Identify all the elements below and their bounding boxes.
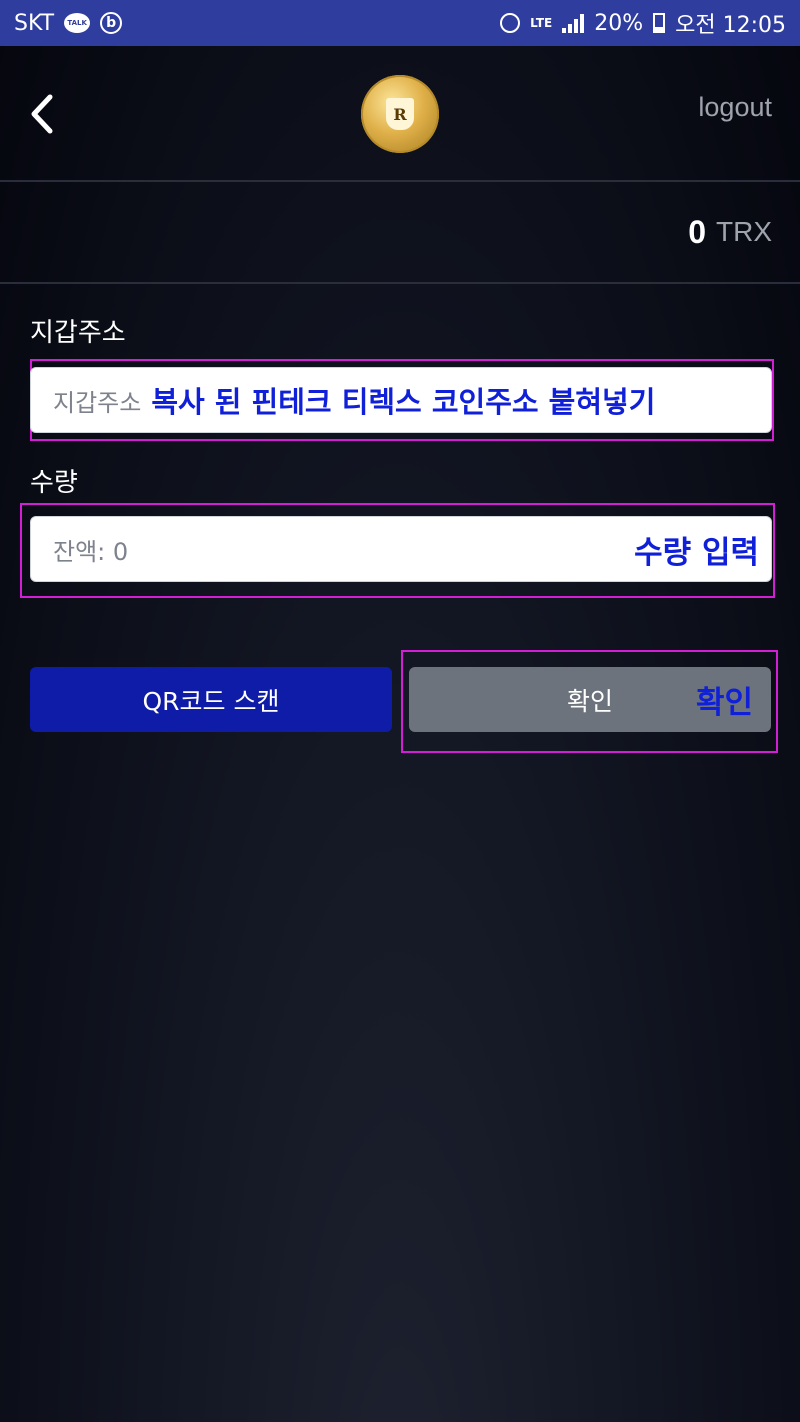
wallet-annotation-text: 복사 된 핀테크 티렉스 코인주소 붙혀넣기 <box>151 385 656 419</box>
balance-unit: TRX <box>716 216 772 247</box>
quantity-input[interactable]: 잔액: 0 수량 입력 <box>30 516 772 582</box>
wallet-address-placeholder: 지갑주소 <box>53 388 142 417</box>
battery-icon <box>653 13 666 33</box>
kakaotalk-icon: TALK <box>64 13 91 33</box>
quantity-annotation-text: 수량 입력 <box>634 534 759 571</box>
quantity-placeholder: 잔액: 0 <box>53 537 129 566</box>
balance-row: 0 TRX <box>0 182 800 284</box>
chevron-left-icon <box>31 94 53 134</box>
status-bar: SKT TALK b LTE 20% 오전 12:05 <box>0 0 800 46</box>
confirm-button[interactable]: 확인 확인 <box>409 667 771 732</box>
trx-logo: R <box>361 75 439 153</box>
balance-amount: 0 <box>688 213 706 250</box>
carrier-label: SKT <box>14 10 55 36</box>
wallet-address-input[interactable]: 지갑주소 복사 된 핀테크 티렉스 코인주소 붙혀넣기 <box>30 367 772 433</box>
b-app-icon: b <box>100 12 123 34</box>
status-bar-left: SKT TALK b <box>14 10 123 36</box>
confirm-annotation-text: 확인 <box>695 685 753 721</box>
back-button[interactable] <box>22 90 62 138</box>
logo-shield: R <box>386 98 414 130</box>
signal-icon <box>562 13 585 33</box>
wallet-address-label: 지갑주소 <box>30 318 126 348</box>
quantity-label: 수량 <box>30 468 78 498</box>
qr-scan-button[interactable]: QR코드 스캔 <box>30 667 392 732</box>
app-header: R logout <box>0 46 800 182</box>
clock: 오전 12:05 <box>675 13 786 38</box>
logout-link[interactable]: logout <box>698 92 772 123</box>
confirm-button-label: 확인 <box>566 686 613 716</box>
status-bar-right: LTE 20% 오전 12:05 <box>500 7 786 39</box>
battery-percent: 20% <box>594 10 644 36</box>
lte-icon: LTE <box>530 16 553 30</box>
alarm-icon <box>500 13 521 33</box>
